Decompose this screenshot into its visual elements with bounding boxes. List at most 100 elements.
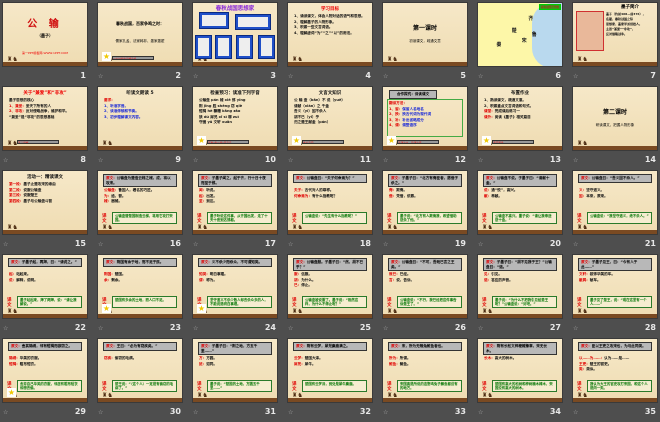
slide-thumbnail[interactable]: ♜♞春秋战国，百家争鸣之时：儒家孔孟、法家韩非、墨家墨翟★一个时代的思想争鸣: [97, 2, 183, 67]
slide-animation-icon[interactable]: ☆: [98, 241, 103, 248]
slide-thumbnail[interactable]: ♜♞ 原文：子墨子起，再拜，曰：“请说之。” 起：站起来。 说：解释，说明。 译文 墨子站…: [2, 254, 88, 319]
slide-thumbnail-cell[interactable]: ♜♞ 原文：王曰：“必为有窃疾矣。” 窃疾：偷窃的毛病。 译文 楚王说：“（这个人）一定…: [97, 338, 183, 422]
slide-thumbnail[interactable]: ♜♞ 原文：公输盘为楚造云梯之械，成，将以攻宋。 公输盘：鲁国人，著名的巧匠。 为：给…: [97, 170, 183, 235]
slide-thumbnail[interactable]: ♜♞ 原文：子墨子曰：“荆之地，方五千里……” 方：方圆。 犹：如同。 译文 墨子说：“楚…: [192, 338, 278, 403]
slide-thumbnail-cell[interactable]: ♜♞原文：舍其锦绣，邻有短褐而欲窃之。锦绣：华美的衣服。短褐：粗布短衣。译文舍弃…: [2, 338, 88, 422]
slide-animation-icon[interactable]: ☆: [383, 73, 388, 80]
slide-animation-icon[interactable]: ☆: [193, 157, 198, 164]
slide-animation-icon[interactable]: ☆: [573, 73, 578, 80]
slide-animation-icon[interactable]: ☆: [573, 157, 578, 164]
slide-thumbnail[interactable]: ♜♞ 公 输 （墨子） 第一PPT模板网-WWW.1PPT.COM: [2, 2, 88, 67]
slide-animation-icon[interactable]: ☆: [573, 241, 578, 248]
slide-thumbnail[interactable]: ♜♞ 原文：宋，所为无雉兔鲋鱼者也。 所为：所谓。 鲋鱼：鲫鱼。 译文 宋国真是所说的连野…: [382, 338, 468, 403]
slide-thumbnail-cell[interactable]: ♜♞ 原文：子墨子起，再拜，曰：“请说之。” 起：站起来。 说：解释，说明。 译文 墨子站…: [2, 254, 88, 338]
slide-animation-icon[interactable]: ☆: [98, 325, 103, 332]
slide-thumbnail[interactable]: ♜♞ 原文：荆有长松文梓楩楠豫章，宋无长木。 长木：高大的树木。 译文 楚国有高大的松树…: [477, 338, 563, 403]
slide-thumbnail[interactable]: ♜♞ 原文：子墨子曰：“胡不见我于王？”公输盘曰：“诺。” 见：引见。 诺：答应的声音…: [477, 254, 563, 319]
slide-animation-icon[interactable]: ☆: [478, 73, 483, 80]
slide-animation-icon[interactable]: ☆: [383, 325, 388, 332]
slide-thumbnail[interactable]: ♜♞ 听读文朗读 5 要求： 1、听准字音。 2、读准停顿和节奏。 3、初步理解课文内容。: [97, 86, 183, 151]
slide-thumbnail-cell[interactable]: ♜♞布置作业1、熟读课文，疏通文意。2、积累重点文言词语和句式。课堂：完成课后练…: [477, 86, 563, 170]
slide-thumbnail[interactable]: ♜♞ 原文：子墨子闻之，起于齐，行十日十夜而至于郢。 闻：听说。 起：出发。 至：到达。…: [192, 170, 278, 235]
slide-animation-icon[interactable]: ☆: [98, 157, 103, 164]
slide-thumbnail[interactable]: ♜♞ 第二课时 研读课文，把握人物形象: [572, 86, 658, 151]
slide-number: 6: [555, 71, 561, 80]
slide-thumbnail[interactable]: ♜♞ 原文：公输盘曰：“吾义固不杀人。” 义：坚守道义。 固：本来，原来。 译文 公输盘说…: [572, 170, 658, 235]
slide-thumbnail-cell[interactable]: ♜♞ 原文：子墨子曰：“北方有侮臣者，愿借子杀之。” 侮：欺侮。 借：凭借，依靠。 译文…: [382, 170, 468, 254]
slide-thumbnail-cell[interactable]: ♜♞ 第一课时 初读课文，疏通文意 ☆ 5: [382, 2, 468, 86]
slide-thumbnail[interactable]: ♜♞ 春秋战国思想家: [192, 2, 278, 67]
slide-thumbnail-cell[interactable]: ♜♞ 原文：公输盘曰：“夫子何命焉为？” 夫子：古代对人的尊称。 何命焉为：有什么指教…: [287, 170, 373, 254]
slide-thumbnail-cell[interactable]: ♜♞原文：荆国有余于地，而不足于民。荆国：楚国。余：剩余。译文楚国有多余的土地，…: [97, 254, 183, 338]
slide-thumbnail-cell[interactable]: ♜♞ 墨子简介 墨子（约前468—前376）， 名翟，春秋战国之际 思想家、墨家学派创始…: [572, 2, 658, 86]
slide-thumbnail[interactable]: ♜♞合作探究：译读课文翻译方法：1、留：保留人名地名2、换：换古代词为现代词3、…: [382, 86, 468, 151]
slide-thumbnail-cell[interactable]: ♜♞ 第二课时 研读课文，把握人物形象 ☆ 14: [572, 86, 658, 170]
slide-thumbnail-cell[interactable]: ♜♞文言文知识公 输 盘（bān）不 说（yuè）请献（xiàn）之 千金吾义（…: [287, 86, 373, 170]
slide-thumbnail-cell[interactable]: ♜♞ 原文：子墨子曰：“胡不见我于王？”公输盘曰：“诺。” 见：引见。 诺：答应的声音…: [477, 254, 563, 338]
slide-thumbnail-cell[interactable]: ♜♞ 原文：子墨子闻之，起于齐，行十日十夜而至于郢。 闻：听说。 起：出发。 至：到达。…: [192, 170, 278, 254]
slide-thumbnail-cell[interactable]: ♜♞ 原文：臣以王吏之攻宋也，为与此同类。 以……为……：认为……是…… 王吏：楚王的…: [572, 338, 658, 422]
slide-animation-icon[interactable]: ☆: [193, 241, 198, 248]
slide-thumbnail-cell[interactable]: ♜♞ 关于“兼爱”和“非攻” 墨子思想的核心 1、兼爱：爱天下所有的人 2、非攻：反对侵…: [2, 86, 88, 170]
slide-animation-icon[interactable]: ☆: [3, 241, 8, 248]
slide-thumbnail-cell[interactable]: ♜♞ 原文：宋，所为无雉兔鲋鱼者也。 所为：所谓。 鲋鱼：鲫鱼。 译文 宋国真是所说的连野…: [382, 338, 468, 422]
slide-thumbnail-cell[interactable]: ♜♞原文：义不杀少而杀众，不可谓知类。知类：明白事理。谓：称为。译文坚守道义不杀…: [192, 254, 278, 338]
slide-thumbnail-cell[interactable]: ♜♞ 原文：子墨子见王，曰：“今有人于此……” 文轩：装饰华美的车。 敝舆：破车。 译文…: [572, 254, 658, 338]
slide-thumbnail[interactable]: ♜♞布置作业1、熟读课文，疏通文意。2、积累重点文言词语和句式。课堂：完成课后练…: [477, 86, 563, 151]
slide-thumbnail[interactable]: ♜♞ 原文：臣以王吏之攻宋也，为与此同类。 以……为……：认为……是…… 王吏：楚王的…: [572, 338, 658, 403]
slide-animation-icon[interactable]: ☆: [478, 157, 483, 164]
term-text: 反对侵略战争，维护和平。: [25, 109, 70, 113]
slide-thumbnail-cell[interactable]: ♜♞ 公 输 （墨子） 第一PPT模板网-WWW.1PPT.COM 1: [2, 2, 88, 86]
slide-animation-icon[interactable]: ☆: [383, 241, 388, 248]
slide-thumbnail[interactable]: ♜♞ 第一课时 初读课文，疏通文意: [382, 2, 468, 67]
slide-thumbnail-cell[interactable]: ♜♞合作探究：译读课文翻译方法：1、留：保留人名地名2、换：换古代词为现代词3、…: [382, 86, 468, 170]
slide-thumbnail-cell[interactable]: ♜♞ 原文：公输盘不说。子墨子曰：“请献十金。” 说：通“悦”，高兴。 献：奉献。 译文…: [477, 170, 563, 254]
slide-thumbnail-cell[interactable]: ♜♞ 原文：公输盘为楚造云梯之械，成，将以攻宋。 公输盘：鲁国人，著名的巧匠。 为：给…: [97, 170, 183, 254]
slide-thumbnail-cell[interactable]: ♜♞ 原文：荆有云梦，犀兕麋鹿满之。 云梦：楚国大泽。 犀兕：犀牛。 译文 楚国有云梦泽，…: [287, 338, 373, 422]
slide-thumbnail-cell[interactable]: ♜♞ 学习目标 1、诵读课文，体会人物对话的语气和思想。 2、理解墨子的人物形象。 3、…: [287, 2, 373, 86]
slide-thumbnail-cell[interactable]: ♜♞ 原文：公输盘服。子墨子曰：“然，胡不已乎？” 服：信服。 胡：为什么。 已：停止。…: [287, 254, 373, 338]
slide-animation-icon[interactable]: ☆: [98, 73, 103, 80]
slide-animation-icon[interactable]: ☆: [288, 157, 293, 164]
slide-animation-icon[interactable]: ☆: [193, 73, 198, 80]
slide-animation-icon[interactable]: ☆: [288, 73, 293, 80]
slide-thumbnail[interactable]: ♜♞ 墨子简介 墨子（约前468—前376）， 名翟，春秋战国之际 思想家、墨家学派创始…: [572, 2, 658, 67]
slide-animation-icon[interactable]: ☆: [288, 241, 293, 248]
slide-thumbnail[interactable]: ♜♞ 活动一：精读课文 第一段：墨子止楚攻宋的缘由 第二段：说服公输盘 第三段：说服楚王…: [2, 170, 88, 235]
slide-thumbnail[interactable]: ♜♞ 原文：公输盘曰：“夫子何命焉为？” 夫子：古代对人的尊称。 何命焉为：有什么指教…: [287, 170, 373, 235]
slide-thumbnail[interactable]: ♜♞ 原文：公输盘曰：“不可，吾既已言之王矣。” 既已：已经。 言：说，告诉。 译文 公输…: [382, 254, 468, 319]
slide-thumbnail-cell[interactable]: ♜♞ 原文：公输盘曰：“不可，吾既已言之王矣。” 既已：已经。 言：说，告诉。 译文 公输…: [382, 254, 468, 338]
slide-text-line: 课外：阅读《墨子》相关篇目: [484, 115, 558, 120]
slide-thumbnail-cell[interactable]: 齐宋楚鲁秦春秋战国形势图 ☆ 6: [477, 2, 563, 86]
slide-thumbnail-cell[interactable]: ♜♞春秋战国，百家争鸣之时：儒家孔孟、法家韩非、墨家墨翟★一个时代的思想争鸣☆2: [97, 2, 183, 86]
slide-thumbnail-cell[interactable]: ♜♞检查预习：读准下列字音公输盘 pán 械 xiè 郢 yǐng荆 jīng …: [192, 86, 278, 170]
slide-thumbnail[interactable]: ♜♞ 学习目标 1、诵读课文，体会人物对话的语气和思想。 2、理解墨子的人物形象。 3、…: [287, 2, 373, 67]
slide-animation-icon[interactable]: ☆: [478, 241, 483, 248]
slide-thumbnail-cell[interactable]: ♜♞ 原文：荆有长松文梓楩楠豫章，宋无长木。 长木：高大的树木。 译文 楚国有高大的松树…: [477, 338, 563, 422]
slide-thumbnail-cell[interactable]: ♜♞ 春秋战国思想家 ☆ 3: [192, 2, 278, 86]
slide-thumbnail[interactable]: ♜♞ 原文：荆有云梦，犀兕麋鹿满之。 云梦：楚国大泽。 犀兕：犀牛。 译文 楚国有云梦泽，…: [287, 338, 373, 403]
slide-animation-icon[interactable]: ☆: [3, 157, 8, 164]
slide-animation-icon[interactable]: ☆: [288, 325, 293, 332]
slide-thumbnail[interactable]: ♜♞原文：舍其锦绣，邻有短褐而欲窃之。锦绣：华美的衣服。短褐：粗布短衣。译文舍弃…: [2, 338, 88, 403]
slide-animation-icon[interactable]: ☆: [573, 325, 578, 332]
slide-thumbnail[interactable]: ♜♞ 原文：子墨子见王，曰：“今有人于此……” 文轩：装饰华美的车。 敝舆：破车。 译文…: [572, 254, 658, 319]
slide-animation-icon[interactable]: ☆: [478, 325, 483, 332]
slide-animation-icon[interactable]: ☆: [383, 157, 388, 164]
slide-thumbnail[interactable]: ♜♞ 原文：公输盘服。子墨子曰：“然，胡不已乎？” 服：信服。 胡：为什么。 已：停止。…: [287, 254, 373, 319]
slide-thumbnail-cell[interactable]: ♜♞ 听读文朗读 5 要求： 1、听准字音。 2、读准停顿和节奏。 3、初步理解课文内容。…: [97, 86, 183, 170]
slide-thumbnail-cell[interactable]: ♜♞ 原文：子墨子曰：“荆之地，方五千里……” 方：方圆。 犹：如同。 译文 墨子说：“楚…: [192, 338, 278, 422]
slide-thumbnail[interactable]: ♜♞ 关于“兼爱”和“非攻” 墨子思想的核心 1、兼爱：爱天下所有的人 2、非攻：反对侵…: [2, 86, 88, 151]
slide-thumbnail-cell[interactable]: ♜♞ 原文：公输盘曰：“吾义固不杀人。” 义：坚守道义。 固：本来，原来。 译文 公输盘说…: [572, 170, 658, 254]
slide-animation-icon[interactable]: ☆: [193, 325, 198, 332]
slide-thumbnail[interactable]: ♜♞ 原文：公输盘不说。子墨子曰：“请献十金。” 说：通“悦”，高兴。 献：奉献。 译文…: [477, 170, 563, 235]
slide-thumbnail[interactable]: ♜♞文言文知识公 输 盘（bān）不 说（yuè）请献（xiàn）之 千金吾义（…: [287, 86, 373, 151]
slide-thumbnail[interactable]: ♜♞原文：义不杀少而杀众，不可谓知类。知类：明白事理。谓：称为。译文坚守道义不杀…: [192, 254, 278, 319]
slide-thumbnail-cell[interactable]: ♜♞ 活动一：精读课文 第一段：墨子止楚攻宋的缘由 第二段：说服公输盘 第三段：说服楚王…: [2, 170, 88, 254]
slide-thumbnail[interactable]: ♜♞ 原文：子墨子曰：“北方有侮臣者，愿借子杀之。” 侮：欺侮。 借：凭借，依靠。 译文…: [382, 170, 468, 235]
slide-thumbnail[interactable]: ♜♞原文：荆国有余于地，而不足于民。荆国：楚国。余：剩余。译文楚国有多余的土地，…: [97, 254, 183, 319]
slide-thumbnail[interactable]: 齐宋楚鲁秦 春秋战国形势图: [477, 2, 563, 67]
slide-thumbnail[interactable]: ♜♞ 原文：王曰：“必为有窃疾矣。” 窃疾：偷窃的毛病。 译文 楚王说：“（这个人）一定…: [97, 338, 183, 403]
slide-animation-icon[interactable]: ☆: [3, 325, 8, 332]
slide-thumbnail[interactable]: ♜♞检查预习：读准下列字音公输盘 pán 械 xiè 郢 yǐng荆 jīng …: [192, 86, 278, 151]
